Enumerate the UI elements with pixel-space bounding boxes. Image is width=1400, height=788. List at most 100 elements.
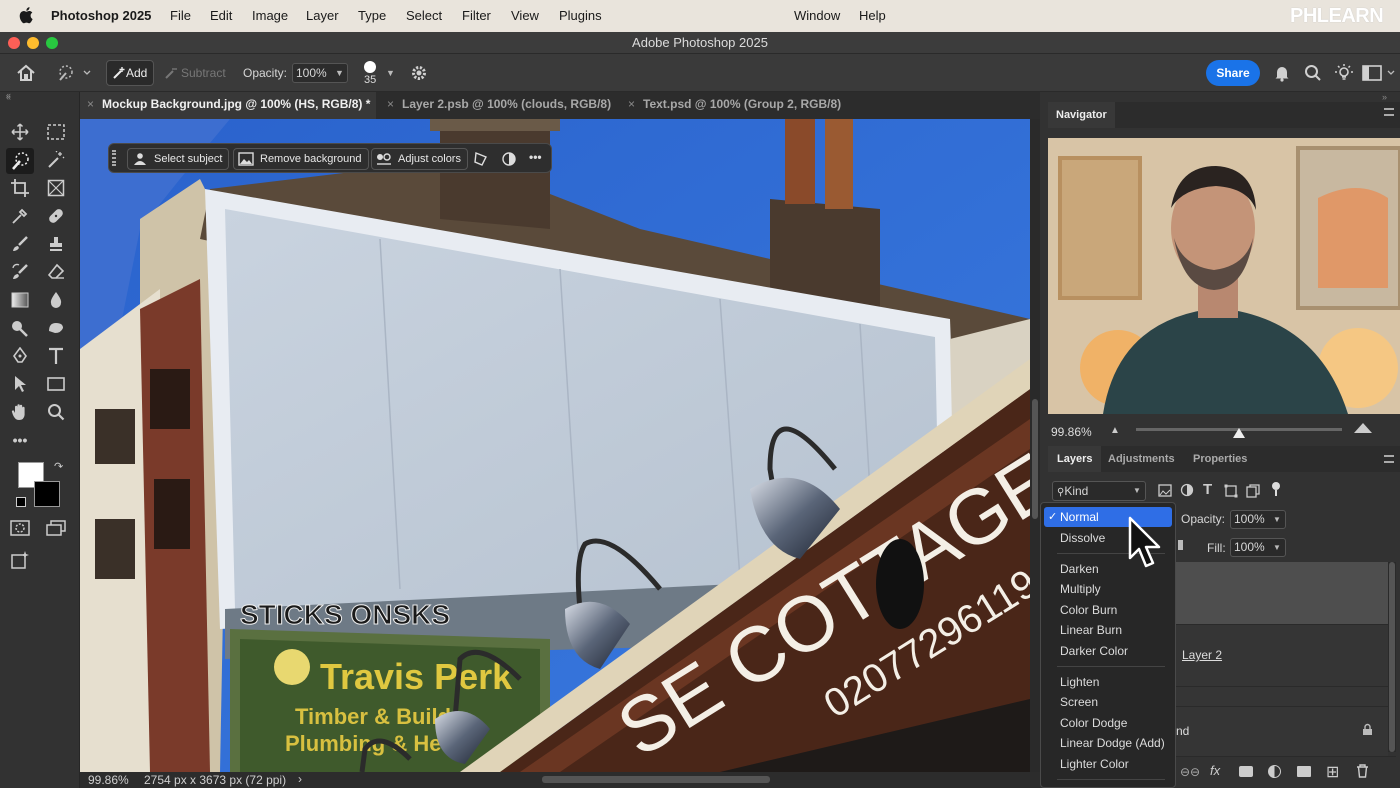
blur-tool-icon[interactable] bbox=[44, 288, 68, 312]
layer-filter-kind[interactable]: ⚲Kind ▼ bbox=[1052, 481, 1146, 501]
hand-tool-icon[interactable] bbox=[8, 400, 32, 424]
swap-colors-icon[interactable]: ↷ bbox=[54, 460, 63, 473]
blend-option-multiply[interactable]: Multiply bbox=[1044, 579, 1172, 599]
layers-scrollbar[interactable] bbox=[1388, 562, 1396, 752]
move-tool-icon[interactable] bbox=[8, 120, 32, 144]
layer-fill-field[interactable]: 100% ▼ bbox=[1230, 538, 1286, 557]
menu-view[interactable]: View bbox=[511, 8, 539, 23]
blend-option-lighter-color[interactable]: Lighter Color bbox=[1044, 754, 1172, 774]
layers-tab[interactable]: Layers bbox=[1048, 446, 1102, 472]
subtract-from-selection-button[interactable]: Subtract bbox=[164, 54, 226, 92]
filter-shape-icon[interactable] bbox=[1224, 484, 1238, 503]
rectangle-tool-icon[interactable] bbox=[44, 372, 68, 396]
trash-icon[interactable] bbox=[1356, 764, 1369, 783]
zoom-level[interactable]: 99.86% bbox=[88, 773, 129, 787]
menu-edit[interactable]: Edit bbox=[210, 8, 232, 23]
chevron-down-icon[interactable]: ▼ bbox=[386, 54, 395, 92]
opacity-field[interactable]: 100% ▼ bbox=[292, 63, 348, 83]
menu-help[interactable]: Help bbox=[859, 8, 886, 23]
gear-icon[interactable] bbox=[410, 54, 428, 92]
generate-image-icon[interactable] bbox=[8, 548, 32, 572]
zoom-slider-thumb[interactable] bbox=[1233, 428, 1245, 438]
layer-name[interactable]: Layer 2 bbox=[1182, 648, 1222, 662]
menu-plugins[interactable]: Plugins bbox=[559, 8, 602, 23]
drag-handle-icon[interactable] bbox=[112, 150, 116, 166]
zoom-out-icon[interactable]: ▲ bbox=[1110, 425, 1120, 436]
filter-toggle-icon[interactable] bbox=[1272, 482, 1280, 490]
blend-option-lighten[interactable]: Lighten bbox=[1044, 672, 1172, 692]
share-button[interactable]: Share bbox=[1206, 60, 1260, 86]
transform-selection-icon[interactable] bbox=[473, 151, 489, 170]
menu-filter[interactable]: Filter bbox=[462, 8, 491, 23]
collapse-left-icon[interactable]: « bbox=[6, 90, 11, 100]
filter-smart-object-icon[interactable] bbox=[1246, 484, 1260, 503]
horizontal-scroll-thumb[interactable] bbox=[542, 776, 770, 783]
properties-tab[interactable]: Properties bbox=[1193, 453, 1247, 465]
tab-text[interactable]: × Text.psd @ 100% (Group 2, RGB/8) bbox=[621, 92, 841, 119]
layer-opacity-field[interactable]: 100% ▼ bbox=[1230, 510, 1286, 529]
quick-selection-tool-icon[interactable] bbox=[6, 148, 34, 174]
apple-icon[interactable] bbox=[18, 6, 34, 24]
eraser-tool-icon[interactable] bbox=[44, 260, 68, 284]
layer-row[interactable] bbox=[1176, 686, 1388, 706]
history-brush-tool-icon[interactable] bbox=[8, 260, 32, 284]
screen-mode-icon[interactable] bbox=[44, 516, 68, 540]
lock-partial-icon[interactable] bbox=[1178, 540, 1183, 550]
zoom-window-button[interactable] bbox=[46, 37, 58, 49]
menu-select[interactable]: Select bbox=[406, 8, 442, 23]
filter-type-icon[interactable]: T bbox=[1203, 481, 1212, 498]
quick-select-preset-icon[interactable] bbox=[56, 54, 92, 92]
add-mask-icon[interactable] bbox=[1239, 766, 1253, 777]
close-window-button[interactable] bbox=[8, 37, 20, 49]
menu-app-name[interactable]: Photoshop 2025 bbox=[51, 8, 151, 23]
frame-tool-icon[interactable] bbox=[44, 176, 68, 200]
tab-layer-2[interactable]: × Layer 2.psb @ 100% (clouds, RGB/8) bbox=[380, 92, 611, 119]
more-tools-icon[interactable]: ••• bbox=[8, 428, 32, 452]
quick-mask-icon[interactable] bbox=[8, 516, 32, 540]
menu-image[interactable]: Image bbox=[252, 8, 288, 23]
new-adjustment-layer-icon[interactable] bbox=[1268, 765, 1281, 778]
fx-icon[interactable]: fx bbox=[1210, 763, 1220, 778]
filter-adjustment-icon[interactable] bbox=[1180, 483, 1194, 502]
adjustments-tab[interactable]: Adjustments bbox=[1108, 453, 1175, 465]
blend-option-color-dodge[interactable]: Color Dodge bbox=[1044, 713, 1172, 733]
remove-background-button[interactable]: Remove background bbox=[233, 148, 369, 170]
layers-panel-menu-icon[interactable] bbox=[1384, 455, 1394, 463]
tab-mockup-background[interactable]: × Mockup Background.jpg @ 100% (HS, RGB/… bbox=[80, 92, 376, 119]
menu-file[interactable]: File bbox=[170, 8, 191, 23]
brush-tool-icon[interactable] bbox=[8, 232, 32, 256]
dodge-tool-icon[interactable] bbox=[8, 316, 32, 340]
magic-wand-tool-icon[interactable] bbox=[44, 148, 68, 172]
blend-option-screen[interactable]: Screen bbox=[1044, 692, 1172, 712]
new-group-icon[interactable] bbox=[1297, 766, 1311, 777]
brush-size-picker[interactable]: 35 bbox=[364, 54, 376, 92]
background-color-swatch[interactable] bbox=[34, 481, 60, 507]
menu-type[interactable]: Type bbox=[358, 8, 386, 23]
new-layer-icon[interactable]: ⊞ bbox=[1326, 762, 1339, 782]
minimize-window-button[interactable] bbox=[27, 37, 39, 49]
document-canvas[interactable]: STICKS ONSKS Travis Perk Timber & Build … bbox=[80, 119, 1030, 772]
navigator-zoom-value[interactable]: 99.86% bbox=[1051, 425, 1092, 439]
default-colors-icon[interactable] bbox=[16, 497, 26, 507]
navigator-tab[interactable]: Navigator bbox=[1048, 102, 1115, 128]
add-to-selection-button[interactable]: Add bbox=[106, 60, 154, 86]
filter-pixel-icon[interactable] bbox=[1158, 484, 1172, 502]
canvas-vertical-scrollbar[interactable] bbox=[1030, 119, 1040, 772]
menu-layer[interactable]: Layer bbox=[306, 8, 339, 23]
workspace-layout-icon[interactable] bbox=[1362, 54, 1396, 92]
layer-row-layer-2[interactable]: Layer 2 bbox=[1176, 624, 1388, 686]
blend-option-darker-color[interactable]: Darker Color bbox=[1044, 641, 1172, 661]
scroll-thumb[interactable] bbox=[1032, 399, 1038, 519]
healing-brush-tool-icon[interactable] bbox=[44, 204, 68, 228]
blend-option-linear-burn[interactable]: Linear Burn bbox=[1044, 620, 1172, 640]
smudge-tool-icon[interactable] bbox=[44, 316, 68, 340]
marquee-tool-icon[interactable] bbox=[44, 120, 68, 144]
pen-tool-icon[interactable] bbox=[8, 344, 32, 368]
blend-option-linear-dodge[interactable]: Linear Dodge (Add) bbox=[1044, 733, 1172, 753]
link-layers-icon[interactable]: ⊖⊖ bbox=[1180, 765, 1200, 779]
crop-tool-icon[interactable] bbox=[8, 176, 32, 200]
zoom-tool-icon[interactable] bbox=[44, 400, 68, 424]
type-tool-icon[interactable] bbox=[44, 344, 68, 368]
blend-option-color-burn[interactable]: Color Burn bbox=[1044, 600, 1172, 620]
search-icon[interactable] bbox=[1304, 54, 1322, 92]
